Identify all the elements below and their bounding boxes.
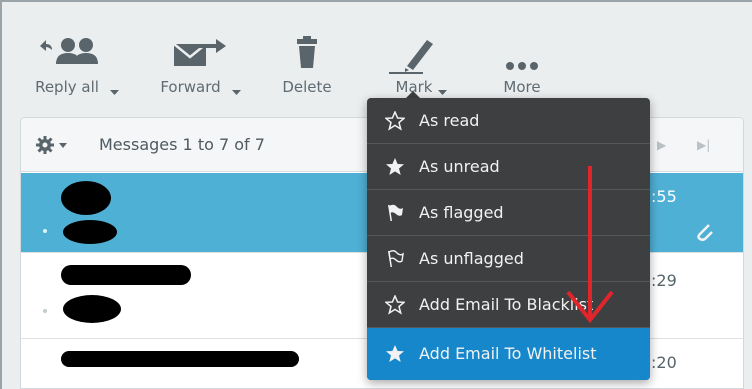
next-page-icon[interactable]: ▶ bbox=[657, 138, 666, 152]
star-filled-icon bbox=[386, 158, 404, 175]
menu-item-as-flagged[interactable]: As flagged bbox=[367, 190, 650, 236]
menu-item-label: Add Email To Blacklist bbox=[419, 295, 594, 314]
message-time: :20 bbox=[651, 353, 677, 372]
redacted-sender bbox=[61, 265, 191, 285]
message-time: :55 bbox=[651, 187, 677, 206]
menu-item-label: As unread bbox=[419, 157, 500, 176]
flag-outline-icon bbox=[388, 250, 404, 267]
redacted-subject bbox=[63, 295, 121, 323]
menu-item-label: As unflagged bbox=[419, 249, 524, 268]
reply-all-label: Reply all bbox=[35, 78, 99, 96]
flag-filled-icon bbox=[388, 204, 403, 221]
forward-dropdown-caret-icon[interactable] bbox=[232, 90, 241, 95]
reply-all-button[interactable]: Reply all bbox=[26, 30, 126, 102]
gear-icon bbox=[36, 136, 67, 154]
star-outline-icon bbox=[385, 295, 405, 315]
menu-item-label: As read bbox=[419, 111, 480, 130]
forward-icon bbox=[150, 34, 245, 74]
window-left-border bbox=[0, 0, 2, 389]
menu-item-as-unflagged[interactable]: As unflagged bbox=[367, 236, 650, 282]
reply-all-dropdown-caret-icon[interactable] bbox=[110, 90, 119, 95]
delete-label: Delete bbox=[282, 78, 332, 96]
menu-item-add-to-blacklist[interactable]: Add Email To Blacklist bbox=[367, 282, 650, 328]
mark-dropdown-menu: As read As unread As flagged As unflagge… bbox=[367, 98, 650, 380]
message-count: Messages 1 to 7 of 7 bbox=[99, 135, 265, 154]
redacted-sender bbox=[61, 181, 111, 215]
star-outline-icon bbox=[385, 111, 405, 131]
more-button[interactable]: More bbox=[480, 30, 564, 102]
more-dots-icon bbox=[480, 34, 564, 74]
forward-button[interactable]: Forward bbox=[150, 30, 245, 102]
trash-icon bbox=[262, 34, 352, 74]
unread-dot bbox=[43, 229, 47, 233]
message-time: :29 bbox=[651, 271, 677, 290]
redacted-subject bbox=[63, 220, 117, 244]
attachment-icon bbox=[697, 224, 713, 242]
star-filled-icon bbox=[386, 345, 404, 362]
menu-item-as-read[interactable]: As read bbox=[367, 98, 650, 144]
forward-label: Forward bbox=[160, 78, 221, 96]
delete-button[interactable]: Delete bbox=[262, 30, 352, 102]
redacted-sender bbox=[61, 351, 299, 367]
menu-item-label: Add Email To Whitelist bbox=[419, 344, 597, 363]
list-options-menu[interactable] bbox=[35, 135, 71, 155]
menu-item-label: As flagged bbox=[419, 203, 504, 222]
window-top-border bbox=[0, 0, 752, 2]
more-label: More bbox=[503, 78, 541, 96]
menu-item-as-unread[interactable]: As unread bbox=[367, 144, 650, 190]
last-page-icon[interactable]: ▶| bbox=[697, 138, 710, 152]
menu-item-add-to-whitelist[interactable]: Add Email To Whitelist bbox=[367, 328, 650, 380]
highlighter-pen-icon bbox=[372, 34, 456, 74]
reply-all-icon bbox=[26, 34, 126, 74]
unread-dot bbox=[43, 309, 47, 313]
